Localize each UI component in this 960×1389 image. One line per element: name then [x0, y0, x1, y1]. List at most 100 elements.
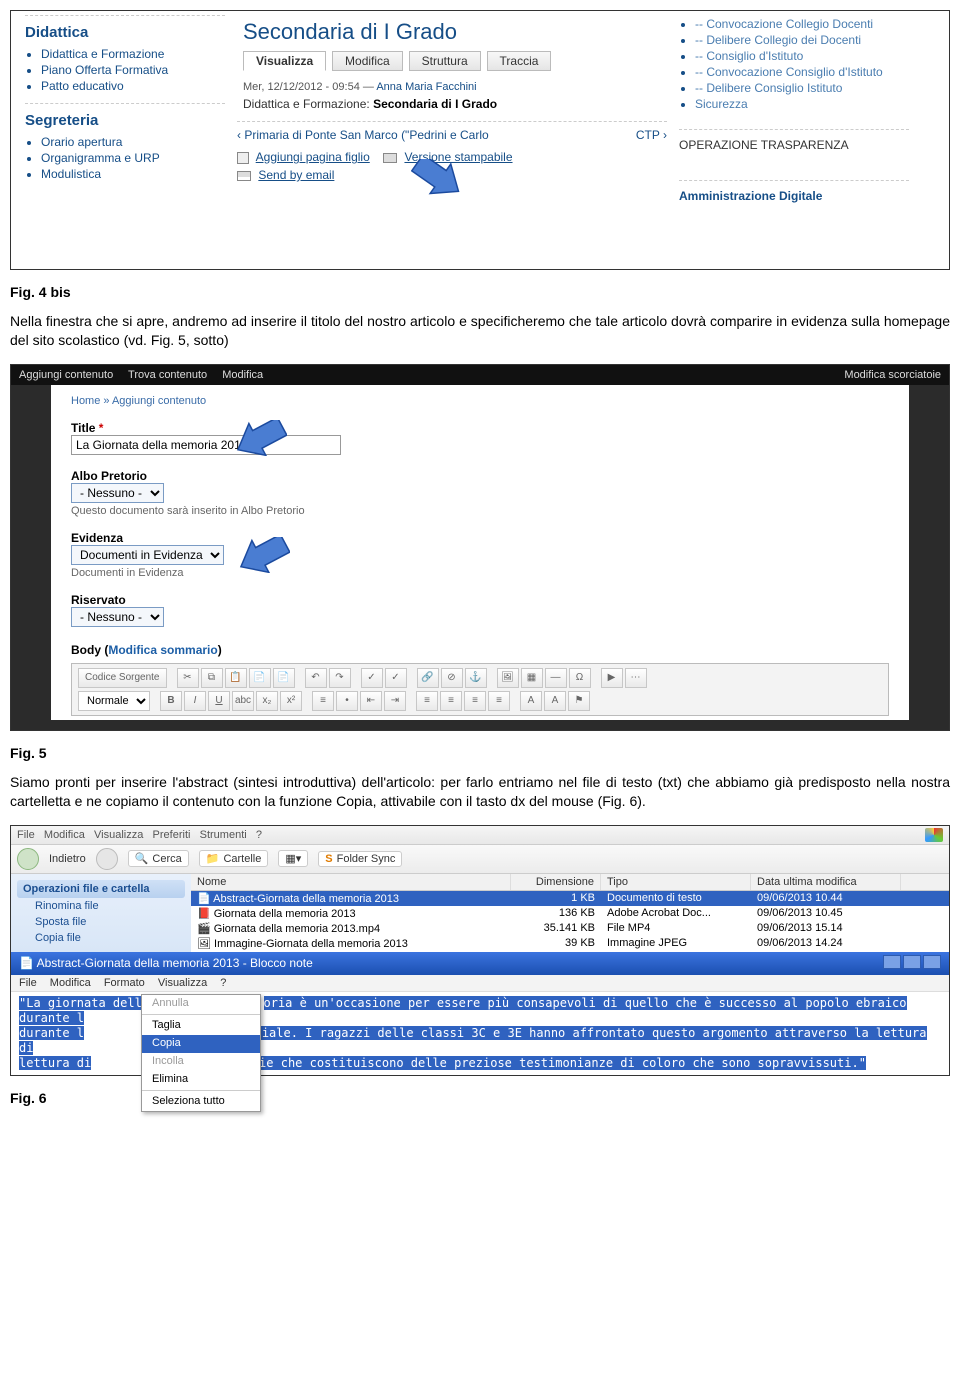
- np-menu-help[interactable]: ?: [220, 977, 226, 989]
- ck-spell-icon[interactable]: ✓: [361, 668, 383, 688]
- evidenza-select[interactable]: Documenti in Evidenza: [71, 545, 224, 565]
- ck-spell2-icon[interactable]: ✓: [385, 668, 407, 688]
- print-link[interactable]: Versione stampabile: [404, 150, 512, 164]
- ctx-selectall[interactable]: Seleziona tutto: [142, 1093, 260, 1111]
- folders-button[interactable]: 📁 Cartelle: [199, 850, 269, 867]
- search-button[interactable]: 🔍 Cerca: [128, 850, 189, 867]
- ck-table-icon[interactable]: ▦: [521, 668, 543, 688]
- menu-preferiti[interactable]: Preferiti: [153, 829, 191, 841]
- menu-help[interactable]: ?: [256, 829, 262, 841]
- ck-format-select[interactable]: Normale: [78, 691, 150, 711]
- ck-bgcolor-icon[interactable]: A: [544, 691, 566, 711]
- ck-paste3-icon[interactable]: 📄: [273, 668, 295, 688]
- task-copy[interactable]: Copia file: [17, 930, 185, 946]
- ck-align-left-icon[interactable]: ≡: [416, 691, 438, 711]
- tab-traccia[interactable]: Traccia: [487, 51, 552, 71]
- ck-align-just-icon[interactable]: ≡: [488, 691, 510, 711]
- ck-flag-icon[interactable]: ⚑: [568, 691, 590, 711]
- menu-modifica[interactable]: Modifica: [44, 829, 85, 841]
- ck-unlink-icon[interactable]: ⊘: [441, 668, 463, 688]
- didattica-item[interactable]: Didattica e Formazione: [41, 47, 225, 61]
- ck-outdent-icon[interactable]: ⇤: [360, 691, 382, 711]
- tab-struttura[interactable]: Struttura: [409, 51, 481, 71]
- next-link[interactable]: CTP ›: [636, 128, 667, 142]
- ck-align-center-icon[interactable]: ≡: [440, 691, 462, 711]
- edit-summary-link[interactable]: Modifica sommario: [108, 643, 217, 657]
- window-buttons[interactable]: [881, 955, 941, 972]
- ck-cut-icon[interactable]: ✂: [177, 668, 199, 688]
- ck-underline-icon[interactable]: U: [208, 691, 230, 711]
- np-menu-visualizza[interactable]: Visualizza: [158, 977, 207, 989]
- ck-ol-icon[interactable]: ≡: [312, 691, 334, 711]
- topbar-find[interactable]: Trova contenuto: [128, 369, 207, 381]
- ck-redo-icon[interactable]: ↷: [329, 668, 351, 688]
- trasparenza-box[interactable]: OPERAZIONE TRASPARENZA: [679, 129, 909, 152]
- ck-hr-icon[interactable]: —: [545, 668, 567, 688]
- segreteria-item[interactable]: Modulistica: [41, 167, 225, 181]
- ck-bold-icon[interactable]: B: [160, 691, 182, 711]
- topbar-edit[interactable]: Modifica: [222, 369, 263, 381]
- title-input[interactable]: [71, 435, 341, 455]
- ck-paste2-icon[interactable]: 📄: [249, 668, 271, 688]
- ck-align-right-icon[interactable]: ≡: [464, 691, 486, 711]
- fwd-button-icon[interactable]: [96, 848, 118, 870]
- right-item[interactable]: -- Delibere Collegio dei Docenti: [695, 33, 909, 47]
- ck-sup-icon[interactable]: x²: [280, 691, 302, 711]
- file-row[interactable]: 🖼 Immagine-Giornata della memoria 201339…: [191, 936, 949, 951]
- notepad-body[interactable]: "La giornata della moria è un'occasione …: [11, 992, 949, 1075]
- ck-color-icon[interactable]: A: [520, 691, 542, 711]
- ck-strike-icon[interactable]: abc: [232, 691, 254, 711]
- ck-char-icon[interactable]: Ω: [569, 668, 591, 688]
- file-row[interactable]: 🎬 Giornata della memoria 2013.mp435.141 …: [191, 921, 949, 936]
- ck-anchor-icon[interactable]: ⚓: [465, 668, 487, 688]
- topbar-add[interactable]: Aggiungi contenuto: [19, 369, 113, 381]
- email-link[interactable]: Send by email: [258, 168, 334, 182]
- np-menu-formato[interactable]: Formato: [104, 977, 145, 989]
- ck-more-icon[interactable]: ⋯: [625, 668, 647, 688]
- tab-visualizza[interactable]: Visualizza: [243, 51, 326, 71]
- menu-strumenti[interactable]: Strumenti: [200, 829, 247, 841]
- ctx-copy[interactable]: Copia: [142, 1035, 260, 1053]
- ck-italic-icon[interactable]: I: [184, 691, 206, 711]
- segreteria-item[interactable]: Organigramma e URP: [41, 151, 225, 165]
- didattica-item[interactable]: Patto educativo: [41, 79, 225, 93]
- foldersync-button[interactable]: S Folder Sync: [318, 851, 402, 867]
- right-item[interactable]: -- Consiglio d'Istituto: [695, 49, 909, 63]
- ck-sub-icon[interactable]: x₂: [256, 691, 278, 711]
- admin-digitale-heading[interactable]: Amministrazione Digitale: [679, 180, 909, 203]
- tab-modifica[interactable]: Modifica: [332, 51, 403, 71]
- prev-link[interactable]: ‹ Primaria di Ponte San Marco ("Pedrini …: [237, 128, 489, 142]
- file-row[interactable]: 📕 Giornata della memoria 2013136 KBAdobe…: [191, 906, 949, 921]
- ck-image-icon[interactable]: 🖼: [497, 668, 519, 688]
- ctx-delete[interactable]: Elimina: [142, 1071, 260, 1089]
- ck-link-icon[interactable]: 🔗: [417, 668, 439, 688]
- ctx-cut[interactable]: Taglia: [142, 1017, 260, 1035]
- albo-select[interactable]: - Nessuno -: [71, 483, 164, 503]
- ck-paste-icon[interactable]: 📋: [225, 668, 247, 688]
- views-button[interactable]: ▦▾: [278, 850, 308, 867]
- ck-copy-icon[interactable]: ⧉: [201, 668, 223, 688]
- ck-indent-icon[interactable]: ⇥: [384, 691, 406, 711]
- right-item[interactable]: Sicurezza: [695, 97, 909, 111]
- menu-file[interactable]: File: [17, 829, 35, 841]
- np-menu-modifica[interactable]: Modifica: [50, 977, 91, 989]
- ck-source-button[interactable]: Codice Sorgente: [78, 668, 167, 688]
- menu-visualizza[interactable]: Visualizza: [94, 829, 143, 841]
- add-child-link[interactable]: Aggiungi pagina figlio: [256, 150, 370, 164]
- riservato-select[interactable]: - Nessuno -: [71, 607, 164, 627]
- didattica-item[interactable]: Piano Offerta Formativa: [41, 63, 225, 77]
- task-move[interactable]: Sposta file: [17, 914, 185, 930]
- file-row[interactable]: 📄 Abstract-Giornata della memoria 20131 …: [191, 891, 949, 906]
- right-item[interactable]: -- Convocazione Collegio Docenti: [695, 17, 909, 31]
- author-link[interactable]: Anna Maria Facchini: [376, 81, 476, 93]
- right-item[interactable]: -- Delibere Consiglio Istituto: [695, 81, 909, 95]
- task-rename[interactable]: Rinomina file: [17, 898, 185, 914]
- topbar-shortcuts[interactable]: Modifica scorciatoie: [844, 369, 941, 381]
- ck-ul-icon[interactable]: •: [336, 691, 358, 711]
- ck-media-icon[interactable]: ▶: [601, 668, 623, 688]
- segreteria-item[interactable]: Orario apertura: [41, 135, 225, 149]
- back-button-icon[interactable]: [17, 848, 39, 870]
- ck-undo-icon[interactable]: ↶: [305, 668, 327, 688]
- np-menu-file[interactable]: File: [19, 977, 37, 989]
- right-item[interactable]: -- Convocazione Consiglio d'Istituto: [695, 65, 909, 79]
